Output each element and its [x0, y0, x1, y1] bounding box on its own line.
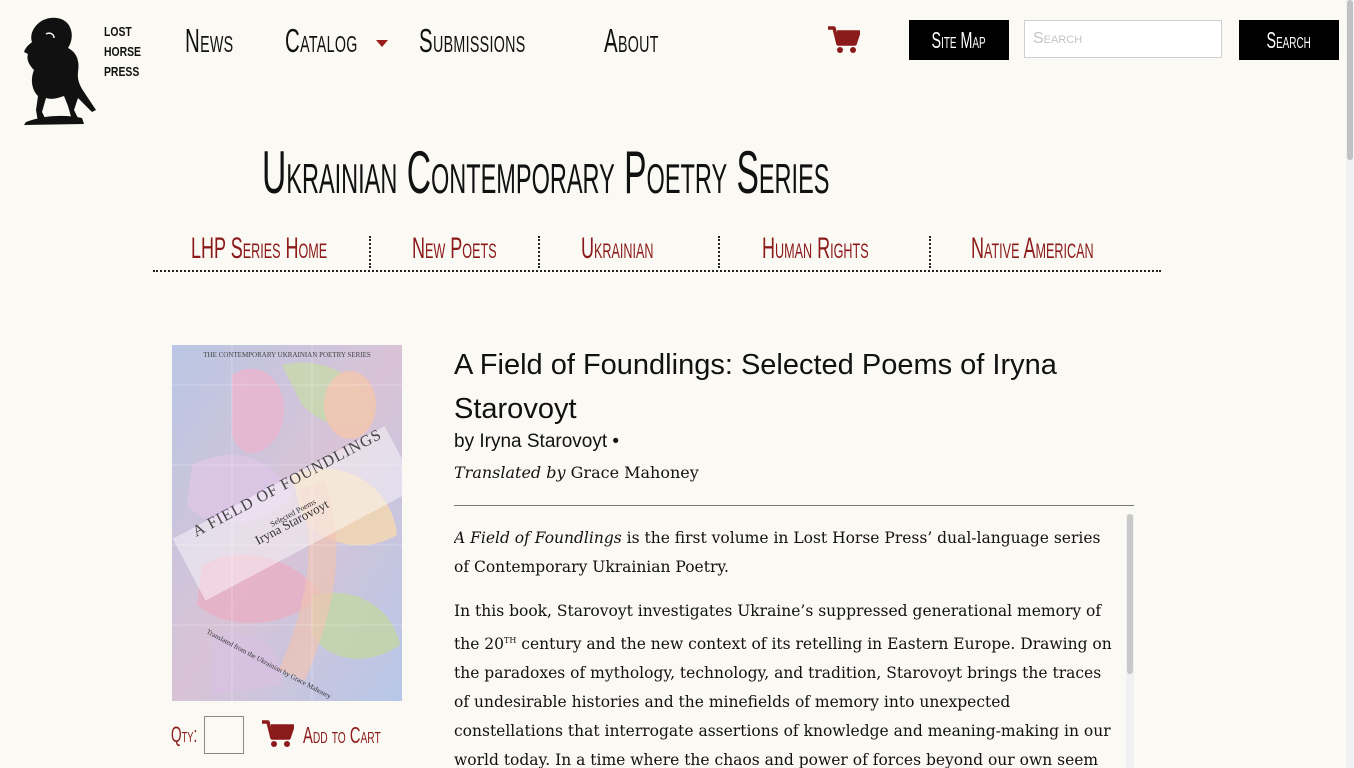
series-nav-human-rights[interactable]: Human Rights	[762, 232, 940, 268]
series-nav-divider	[369, 236, 371, 268]
description-paragraph: A Field of Foundlings is the first volum…	[454, 524, 1114, 582]
series-nav-human-rights-label: Human Rights	[762, 232, 869, 265]
description-scrollbar-thumb[interactable]	[1127, 514, 1133, 674]
book-cover-image[interactable]: THE CONTEMPORARY UKRAINIAN POETRY SERIES…	[172, 345, 402, 701]
description-scrollbar[interactable]	[1126, 514, 1134, 768]
series-nav-new-poets-label: New Poets	[412, 232, 497, 265]
catalog-caret-icon[interactable]	[376, 40, 388, 47]
nav-news[interactable]: News	[185, 22, 234, 60]
cart-icon[interactable]	[828, 26, 861, 54]
description-paragraph: In this book, Starovoyt investigates Ukr…	[454, 597, 1114, 768]
search-button-label: Search	[1266, 27, 1312, 53]
nav-catalog[interactable]: Catalog	[285, 22, 358, 60]
description-superscript: TH	[504, 636, 517, 645]
search-input[interactable]	[1024, 20, 1222, 58]
qty-label: Qty:	[171, 722, 198, 747]
divider	[454, 505, 1134, 506]
series-nav-new-poets[interactable]: New Poets	[412, 232, 553, 268]
page-scrollbar[interactable]	[1346, 0, 1354, 768]
book-description: A Field of Foundlings is the first volum…	[454, 524, 1114, 768]
series-nav-lhp-home-label: LHP Series Home	[191, 232, 328, 265]
translated-by-label: Translated by	[454, 463, 566, 482]
series-nav-divider	[929, 236, 931, 268]
series-nav-ukrainian-label: Ukrainian	[581, 232, 654, 265]
series-nav-lhp-home[interactable]: LHP Series Home	[191, 232, 418, 268]
logo-text-line2: HORSE	[104, 44, 141, 59]
add-to-cart-label: Add to Cart	[303, 722, 381, 748]
logo-text-line1: LOST	[104, 24, 132, 39]
series-title: Ukrainian Contemporary Poetry Series	[262, 139, 830, 206]
series-nav: LHP Series Home New Poets Ukrainian Huma…	[153, 232, 1161, 272]
nav-submissions[interactable]: Submissions	[419, 22, 526, 60]
book-title: A Field of Foundlings: Selected Poems of…	[454, 349, 1057, 425]
translator-line: Translated by Grace Mahoney	[454, 463, 699, 482]
logo-text-line3: PRESS	[104, 64, 140, 79]
horse-logo-icon	[24, 17, 96, 125]
byline[interactable]: by Iryna Starovoyt •	[454, 431, 619, 453]
translator-name[interactable]: Grace Mahoney	[571, 463, 699, 482]
series-nav-divider	[718, 236, 720, 268]
cover-series-line: THE CONTEMPORARY UKRAINIAN POETRY SERIES	[203, 351, 371, 359]
description-p2-text-b: century and the new context of its retel…	[454, 635, 1112, 768]
site-map-button[interactable]: Site Map	[909, 20, 1009, 60]
site-map-label: Site Map	[931, 27, 987, 53]
series-nav-native-american[interactable]: Native American	[971, 232, 1175, 268]
series-nav-divider	[538, 236, 540, 268]
page-scrollbar-thumb[interactable]	[1347, 0, 1353, 160]
cart-icon	[262, 720, 294, 747]
description-book-title: A Field of Foundlings	[454, 529, 622, 547]
qty-input[interactable]	[204, 716, 244, 754]
series-nav-ukrainian[interactable]: Ukrainian	[581, 232, 702, 268]
search-button[interactable]: Search	[1239, 20, 1339, 60]
logo[interactable]: LOST HORSE PRESS	[22, 14, 144, 126]
nav-about[interactable]: About	[604, 22, 659, 60]
series-nav-native-american-label: Native American	[971, 232, 1094, 265]
